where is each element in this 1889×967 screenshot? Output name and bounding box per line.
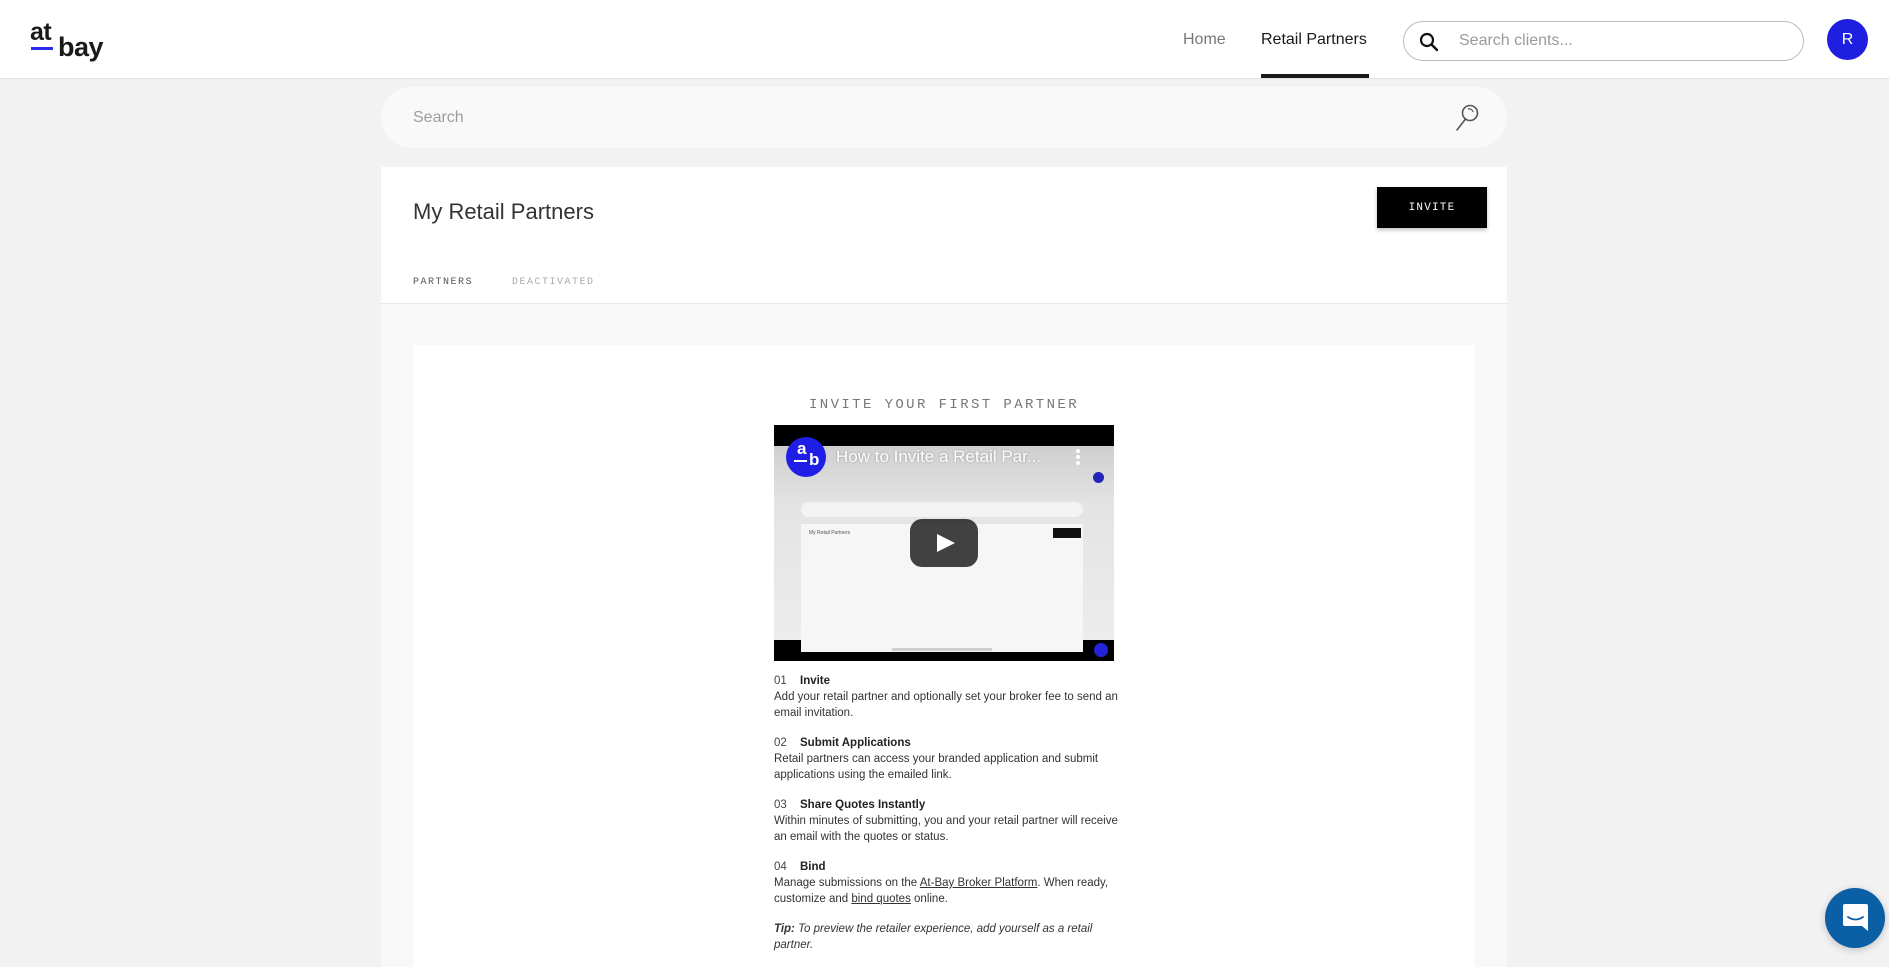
step-title: Submit Applications bbox=[800, 737, 911, 749]
step-text: online. bbox=[910, 893, 948, 905]
tab-deactivated[interactable]: DEACTIVATED bbox=[512, 277, 595, 289]
channel-logo-a: a bbox=[797, 439, 807, 458]
tip-text: Tip: To preview the retailer experience,… bbox=[774, 921, 1119, 953]
invite-steps: 01 Invite Add your retail partner and op… bbox=[774, 673, 1119, 953]
tab-partners[interactable]: PARTNERS bbox=[413, 277, 473, 289]
step-number: 04 bbox=[774, 861, 787, 873]
logo-underline bbox=[31, 47, 53, 50]
retail-partners-card: My Retail Partners INVITE PARTNERS DEACT… bbox=[381, 167, 1507, 967]
thumbnail-search-bar bbox=[801, 502, 1083, 517]
search-icon bbox=[1419, 32, 1439, 52]
channel-logo[interactable]: a b bbox=[786, 437, 826, 477]
step-number: 01 bbox=[774, 675, 787, 687]
client-search-input[interactable] bbox=[1459, 30, 1779, 52]
empty-state-heading: INVITE YOUR FIRST PARTNER bbox=[808, 397, 1080, 413]
step-item: 01 Invite Add your retail partner and op… bbox=[774, 673, 1119, 721]
step-title: Invite bbox=[800, 675, 831, 687]
thumbnail-chat-icon bbox=[1094, 643, 1108, 657]
step-text: Manage submissions on the bbox=[774, 877, 920, 889]
top-header: at bay Home Retail Partners R bbox=[0, 0, 1889, 79]
step-item: 04 Bind Manage submissions on the At-Bay… bbox=[774, 859, 1119, 907]
step-item: 02 Submit Applications Retail partners c… bbox=[774, 735, 1119, 783]
invite-button[interactable]: INVITE bbox=[1377, 187, 1487, 228]
chat-launcher-button[interactable] bbox=[1825, 888, 1885, 948]
step-title: Share Quotes Instantly bbox=[800, 799, 926, 811]
partner-search-input[interactable] bbox=[413, 106, 1413, 130]
at-bay-logo[interactable]: at bay bbox=[30, 18, 105, 63]
nav-home[interactable]: Home bbox=[1183, 30, 1226, 50]
step-description: Manage submissions on the At-Bay Broker … bbox=[774, 875, 1119, 907]
step-description: Add your retail partner and optionally s… bbox=[774, 691, 1118, 719]
client-search[interactable] bbox=[1403, 21, 1804, 61]
search-icon[interactable] bbox=[1449, 101, 1483, 135]
more-options-icon[interactable] bbox=[1076, 449, 1080, 465]
step-number: 03 bbox=[774, 799, 787, 811]
step-title: Bind bbox=[800, 861, 826, 873]
tip-label: Tip: bbox=[774, 923, 795, 935]
chat-icon bbox=[1843, 904, 1868, 931]
thumbnail-invite-button bbox=[1053, 528, 1081, 538]
step-number: 02 bbox=[774, 737, 787, 749]
empty-state-panel: INVITE YOUR FIRST PARTNER My Retail Part… bbox=[413, 345, 1475, 967]
logo-bay: bay bbox=[58, 32, 104, 62]
broker-platform-link[interactable]: At-Bay Broker Platform bbox=[920, 877, 1038, 889]
bind-quotes-link[interactable]: bind quotes bbox=[851, 893, 910, 905]
logo-at: at bbox=[30, 18, 52, 46]
thumbnail-avatar bbox=[1093, 472, 1104, 483]
play-button[interactable] bbox=[910, 519, 978, 567]
video-title[interactable]: How to Invite a Retail Par... bbox=[836, 447, 1041, 467]
tutorial-video[interactable]: My Retail Partners a b How to Invite a R… bbox=[774, 425, 1114, 661]
tip-body: To preview the retailer experience, add … bbox=[774, 923, 1093, 951]
partner-search[interactable] bbox=[381, 87, 1507, 148]
page-title: My Retail Partners bbox=[413, 199, 594, 224]
step-description: Within minutes of submitting, you and yo… bbox=[774, 815, 1118, 843]
step-item: 03 Share Quotes Instantly Within minutes… bbox=[774, 797, 1119, 845]
active-nav-indicator bbox=[1261, 74, 1369, 78]
thumbnail-footer bbox=[892, 648, 992, 651]
play-icon bbox=[937, 534, 955, 552]
nav-retail-partners[interactable]: Retail Partners bbox=[1261, 30, 1367, 50]
card-header: My Retail Partners INVITE PARTNERS DEACT… bbox=[381, 167, 1507, 304]
step-description: Retail partners can access your branded … bbox=[774, 753, 1099, 781]
thumbnail-card-title: My Retail Partners bbox=[809, 530, 851, 536]
channel-logo-underline bbox=[794, 460, 807, 462]
channel-logo-b: b bbox=[809, 450, 820, 469]
user-avatar[interactable]: R bbox=[1827, 19, 1868, 60]
